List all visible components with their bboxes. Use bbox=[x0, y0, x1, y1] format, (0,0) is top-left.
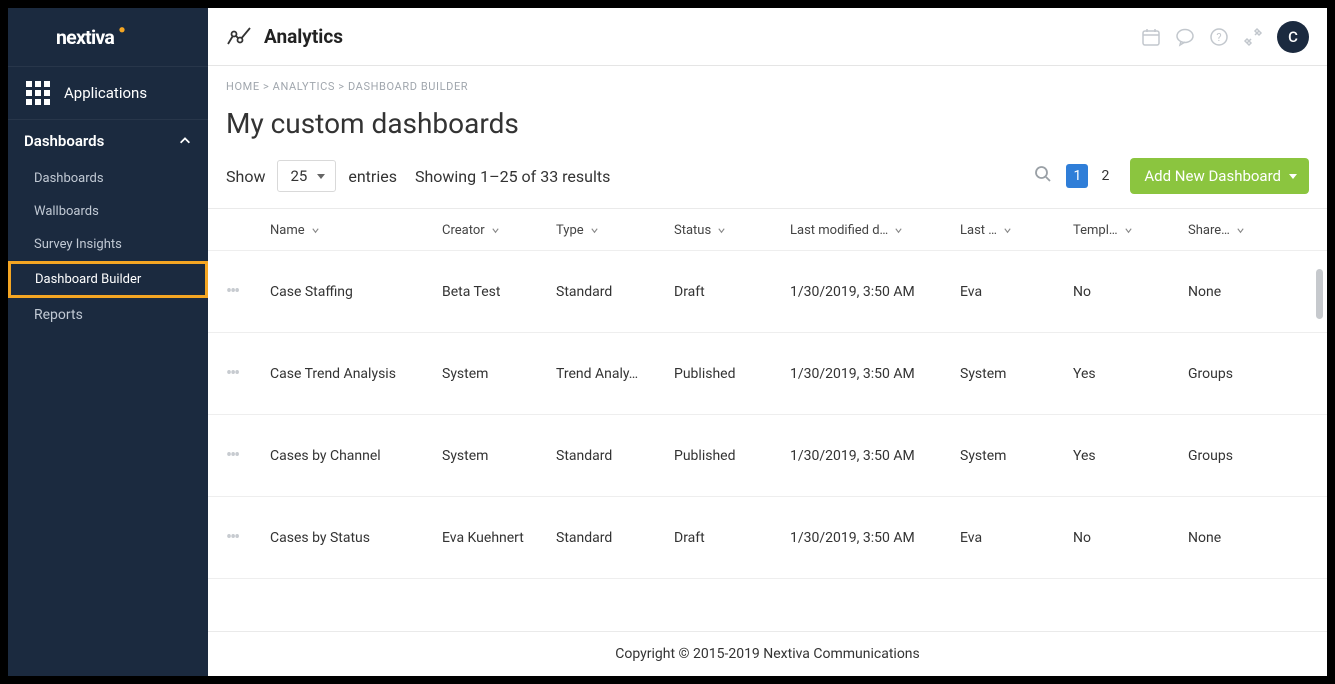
calendar-icon[interactable] bbox=[1141, 27, 1161, 47]
row-actions-icon[interactable]: ••• bbox=[226, 527, 270, 548]
cell-lastby: System bbox=[960, 366, 1073, 382]
svg-text:nextiva: nextiva bbox=[56, 26, 114, 49]
cell-type: Standard bbox=[556, 448, 674, 464]
sidebar-section-dashboards[interactable]: Dashboards bbox=[8, 120, 208, 162]
cell-template: No bbox=[1073, 284, 1188, 300]
chat-icon[interactable] bbox=[1175, 27, 1195, 47]
row-actions-icon[interactable]: ••• bbox=[226, 445, 270, 466]
cell-modified: 1/30/2019, 3:50 AM bbox=[790, 530, 960, 546]
cell-shared: Groups bbox=[1188, 448, 1288, 464]
cell-modified: 1/30/2019, 3:50 AM bbox=[790, 284, 960, 300]
table-row[interactable]: •••Cases by StatusEva KuehnertStandardDr… bbox=[208, 497, 1327, 579]
cell-creator: System bbox=[442, 448, 556, 464]
cell-lastby: Eva bbox=[960, 530, 1073, 546]
cell-shared: Groups bbox=[1188, 366, 1288, 382]
column-header-lastby[interactable]: Last … bbox=[960, 223, 1073, 238]
cell-creator: System bbox=[442, 366, 556, 382]
sidebar-item-wallboards[interactable]: Wallboards bbox=[8, 195, 208, 228]
cell-creator: Beta Test bbox=[442, 284, 556, 300]
table-row[interactable]: •••Case Trend AnalysisSystemTrend Analy…… bbox=[208, 333, 1327, 415]
row-actions-icon[interactable]: ••• bbox=[226, 281, 270, 302]
column-header-shared[interactable]: Share… bbox=[1188, 223, 1288, 238]
analytics-icon bbox=[226, 24, 252, 50]
page-2-button[interactable]: 2 bbox=[1094, 164, 1116, 188]
sort-icon bbox=[1003, 226, 1012, 235]
cell-modified: 1/30/2019, 3:50 AM bbox=[790, 448, 960, 464]
column-header-status[interactable]: Status bbox=[674, 223, 790, 238]
brand-logo[interactable]: nextiva bbox=[8, 8, 208, 66]
cell-modified: 1/30/2019, 3:50 AM bbox=[790, 366, 960, 382]
cell-name: Case Trend Analysis bbox=[270, 366, 442, 382]
cell-name: Cases by Status bbox=[270, 530, 442, 546]
cell-creator: Eva Kuehnert bbox=[442, 530, 556, 546]
applications-menu[interactable]: Applications bbox=[8, 66, 208, 120]
table-row[interactable]: •••Cases by ChannelSystemStandardPublish… bbox=[208, 415, 1327, 497]
cell-shared: None bbox=[1188, 530, 1288, 546]
page-header-title: Analytics bbox=[264, 25, 343, 48]
sort-icon bbox=[590, 226, 599, 235]
sort-icon bbox=[717, 226, 726, 235]
applications-label: Applications bbox=[64, 84, 147, 102]
cell-status: Published bbox=[674, 448, 790, 464]
cell-template: Yes bbox=[1073, 366, 1188, 382]
section-label: Dashboards bbox=[24, 132, 104, 150]
entries-select[interactable]: 25 bbox=[277, 160, 336, 192]
footer-copyright: Copyright © 2015-2019 Nextiva Communicat… bbox=[208, 631, 1327, 676]
sidebar-item-reports[interactable]: Reports bbox=[8, 298, 208, 332]
column-header-modified[interactable]: Last modified d… bbox=[790, 223, 960, 238]
cell-lastby: System bbox=[960, 448, 1073, 464]
cell-shared: None bbox=[1188, 284, 1288, 300]
cell-status: Draft bbox=[674, 284, 790, 300]
page-title: My custom dashboards bbox=[208, 93, 1327, 158]
cell-template: No bbox=[1073, 530, 1188, 546]
svg-text:?: ? bbox=[1216, 31, 1221, 44]
apps-grid-icon bbox=[26, 81, 50, 105]
help-icon[interactable]: ? bbox=[1209, 27, 1229, 47]
row-actions-icon[interactable]: ••• bbox=[226, 363, 270, 384]
column-header-name[interactable]: Name bbox=[270, 223, 442, 238]
page-1-button[interactable]: 1 bbox=[1066, 164, 1088, 188]
scrollbar-thumb[interactable] bbox=[1316, 269, 1323, 319]
cell-name: Case Staffing bbox=[270, 284, 442, 300]
column-header-type[interactable]: Type bbox=[556, 223, 674, 238]
sidebar-item-dashboards[interactable]: Dashboards bbox=[8, 162, 208, 195]
cell-type: Trend Analy… bbox=[556, 366, 674, 382]
breadcrumb[interactable]: HOME > ANALYTICS > DASHBOARD BUILDER bbox=[208, 66, 1327, 93]
cell-type: Standard bbox=[556, 284, 674, 300]
sort-icon bbox=[1124, 226, 1133, 235]
sort-icon bbox=[491, 226, 500, 235]
entries-label: entries bbox=[348, 167, 397, 186]
settings-icon[interactable] bbox=[1243, 27, 1263, 47]
sidebar-item-dashboard-builder[interactable]: Dashboard Builder bbox=[8, 261, 208, 298]
column-header-creator[interactable]: Creator bbox=[442, 223, 556, 238]
cell-status: Draft bbox=[674, 530, 790, 546]
cell-name: Cases by Channel bbox=[270, 448, 442, 464]
sort-icon bbox=[1236, 226, 1245, 235]
sort-icon bbox=[311, 226, 320, 235]
add-new-dashboard-button[interactable]: Add New Dashboard bbox=[1130, 158, 1309, 194]
cell-lastby: Eva bbox=[960, 284, 1073, 300]
column-header-template[interactable]: Templ… bbox=[1073, 223, 1188, 238]
pagination: 1 2 bbox=[1066, 164, 1116, 188]
show-label: Show bbox=[226, 167, 265, 186]
search-icon[interactable] bbox=[1034, 165, 1052, 187]
user-avatar[interactable]: C bbox=[1277, 21, 1309, 53]
cell-type: Standard bbox=[556, 530, 674, 546]
chevron-up-icon bbox=[178, 134, 192, 148]
table-row[interactable]: •••Case StaffingBeta TestStandardDraft1/… bbox=[208, 251, 1327, 333]
sidebar-item-survey-insights[interactable]: Survey Insights bbox=[8, 228, 208, 261]
cell-status: Published bbox=[674, 366, 790, 382]
cell-template: Yes bbox=[1073, 448, 1188, 464]
results-text: Showing 1–25 of 33 results bbox=[415, 167, 610, 186]
sort-icon bbox=[894, 226, 903, 235]
